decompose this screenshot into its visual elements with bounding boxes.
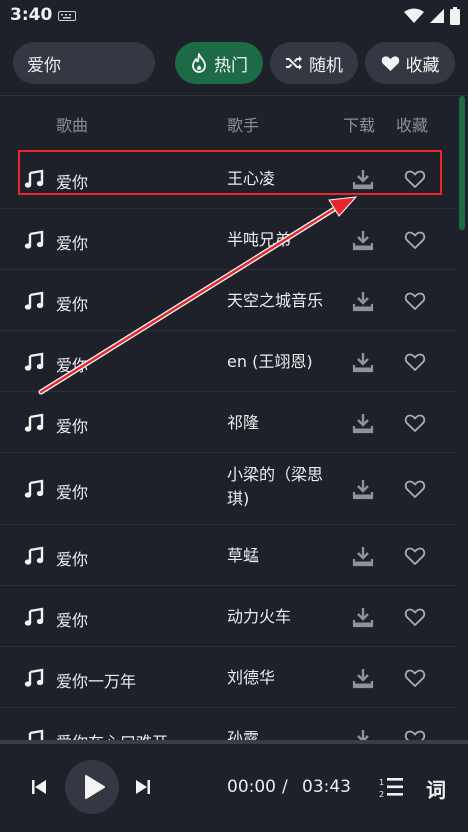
- status-bar: 3:40: [0, 0, 468, 32]
- player-bar: 00:00 / 03:43 1 2 词: [0, 740, 468, 832]
- song-artist: 天空之城音乐: [227, 290, 324, 310]
- song-title: 爱你: [56, 483, 89, 502]
- play-button[interactable]: [65, 760, 119, 814]
- song-row[interactable]: 爱你 天空之城音乐: [0, 270, 458, 331]
- download-icon[interactable]: [352, 728, 374, 741]
- favorite-heart-icon[interactable]: [404, 607, 426, 627]
- download-icon[interactable]: [352, 606, 374, 628]
- app-screen: 3:40 爱你 热门 随机 收藏 歌曲 歌手 下载 收藏 爱你 王心凌 爱你 半…: [0, 0, 468, 832]
- svg-text:1: 1: [379, 778, 384, 787]
- song-title: 爱你: [56, 549, 89, 569]
- download-icon[interactable]: [352, 667, 374, 689]
- progress-track[interactable]: [0, 740, 468, 744]
- song-artist: 动力火车: [227, 606, 292, 626]
- favorite-heart-icon[interactable]: [404, 291, 426, 311]
- music-note-icon: [24, 352, 44, 371]
- song-artist: 祁隆: [227, 412, 260, 432]
- music-note-icon: [24, 230, 44, 249]
- song-row[interactable]: 爱你 小梁的（梁思琪): [0, 453, 458, 525]
- cellular-signal-icon: [430, 9, 444, 23]
- favorite-heart-icon[interactable]: [404, 668, 426, 688]
- music-note-icon: [24, 546, 44, 565]
- keyboard-icon: [58, 11, 76, 21]
- favorite-heart-icon[interactable]: [404, 479, 426, 499]
- song-row[interactable]: 爱你在心口难开 孙露: [0, 708, 458, 740]
- song-title: 爱你: [56, 610, 89, 630]
- current-time: 00:00: [227, 777, 276, 797]
- header-favorite: 收藏: [396, 116, 429, 135]
- svg-text:2: 2: [379, 790, 384, 799]
- tab-hot-label: 热门: [214, 55, 248, 76]
- header-artist: 歌手: [227, 116, 260, 135]
- song-artist: 孙露: [227, 728, 260, 741]
- battery-icon: [450, 7, 460, 25]
- status-icons: [404, 7, 460, 25]
- favorite-heart-icon[interactable]: [404, 729, 426, 741]
- heart-icon: [381, 55, 399, 71]
- download-icon[interactable]: [352, 545, 374, 567]
- music-note-icon: [24, 668, 44, 687]
- previous-icon[interactable]: [28, 776, 50, 798]
- download-icon[interactable]: [352, 412, 374, 434]
- tab-favorites[interactable]: 收藏: [365, 42, 455, 84]
- play-icon: [85, 775, 105, 799]
- song-row[interactable]: 爱你 动力火车: [0, 586, 458, 647]
- song-title: 爱你: [56, 355, 89, 375]
- next-icon[interactable]: [132, 776, 154, 798]
- song-artist: 刘德华: [227, 667, 276, 687]
- music-note-icon: [24, 479, 44, 498]
- tab-random[interactable]: 随机: [270, 42, 358, 84]
- download-icon[interactable]: [352, 229, 374, 251]
- header-download: 下载: [343, 116, 376, 135]
- flame-icon: [192, 53, 206, 73]
- shuffle-icon: [286, 56, 302, 70]
- download-icon[interactable]: [352, 478, 374, 500]
- download-icon[interactable]: [352, 290, 374, 312]
- song-artist: 半吨兄弟: [227, 229, 292, 249]
- song-row[interactable]: 爱你 半吨兄弟: [0, 209, 458, 270]
- favorite-heart-icon[interactable]: [404, 546, 426, 566]
- selection-highlight: [18, 150, 442, 195]
- list-header: 歌曲 歌手 下载 收藏: [0, 96, 458, 148]
- time-separator: /: [282, 777, 288, 797]
- tab-random-label: 随机: [309, 55, 343, 76]
- favorite-heart-icon[interactable]: [404, 230, 426, 250]
- lyrics-button[interactable]: 词: [426, 774, 446, 803]
- wifi-icon: [404, 8, 424, 23]
- song-artist: 小梁的（梁思琪): [227, 465, 324, 508]
- download-icon[interactable]: [352, 351, 374, 373]
- header-song: 歌曲: [56, 116, 89, 135]
- song-artist: en (王翊恩): [227, 351, 313, 371]
- tab-favorites-label: 收藏: [405, 55, 440, 76]
- top-bar: 爱你 热门 随机 收藏: [0, 32, 468, 94]
- song-row[interactable]: 爱你 en (王翊恩): [0, 331, 458, 392]
- search-input[interactable]: 爱你: [13, 42, 155, 84]
- music-note-icon: [24, 413, 44, 432]
- song-row[interactable]: 爱你 祁隆: [0, 392, 458, 453]
- playlist-icon[interactable]: 1 2: [378, 775, 404, 799]
- music-note-icon: [24, 291, 44, 310]
- scrollbar-thumb[interactable]: [459, 96, 465, 230]
- song-artist: 草蜢: [227, 545, 260, 565]
- song-title: 爱你: [56, 233, 89, 253]
- music-note-icon: [24, 607, 44, 626]
- status-time: 3:40: [10, 5, 53, 25]
- favorite-heart-icon[interactable]: [404, 413, 426, 433]
- tab-hot[interactable]: 热门: [175, 42, 263, 84]
- song-row[interactable]: 爱你一万年 刘德华: [0, 647, 458, 708]
- song-title: 爱你在心口难开: [56, 729, 168, 741]
- total-time: 03:43: [302, 777, 351, 797]
- search-input-value: 爱你: [27, 55, 61, 76]
- song-list: 爱你 王心凌 爱你 半吨兄弟 爱你 天空之城音乐 爱你 en (王翊恩) 爱你 祁隆 爱你 小梁的（梁…: [0, 148, 458, 740]
- favorite-heart-icon[interactable]: [404, 352, 426, 372]
- music-note-icon: [28, 729, 44, 740]
- song-title: 爱你: [56, 294, 89, 314]
- song-title: 爱你一万年: [56, 671, 137, 691]
- song-row[interactable]: 爱你 草蜢: [0, 525, 458, 586]
- song-title: 爱你: [56, 416, 89, 436]
